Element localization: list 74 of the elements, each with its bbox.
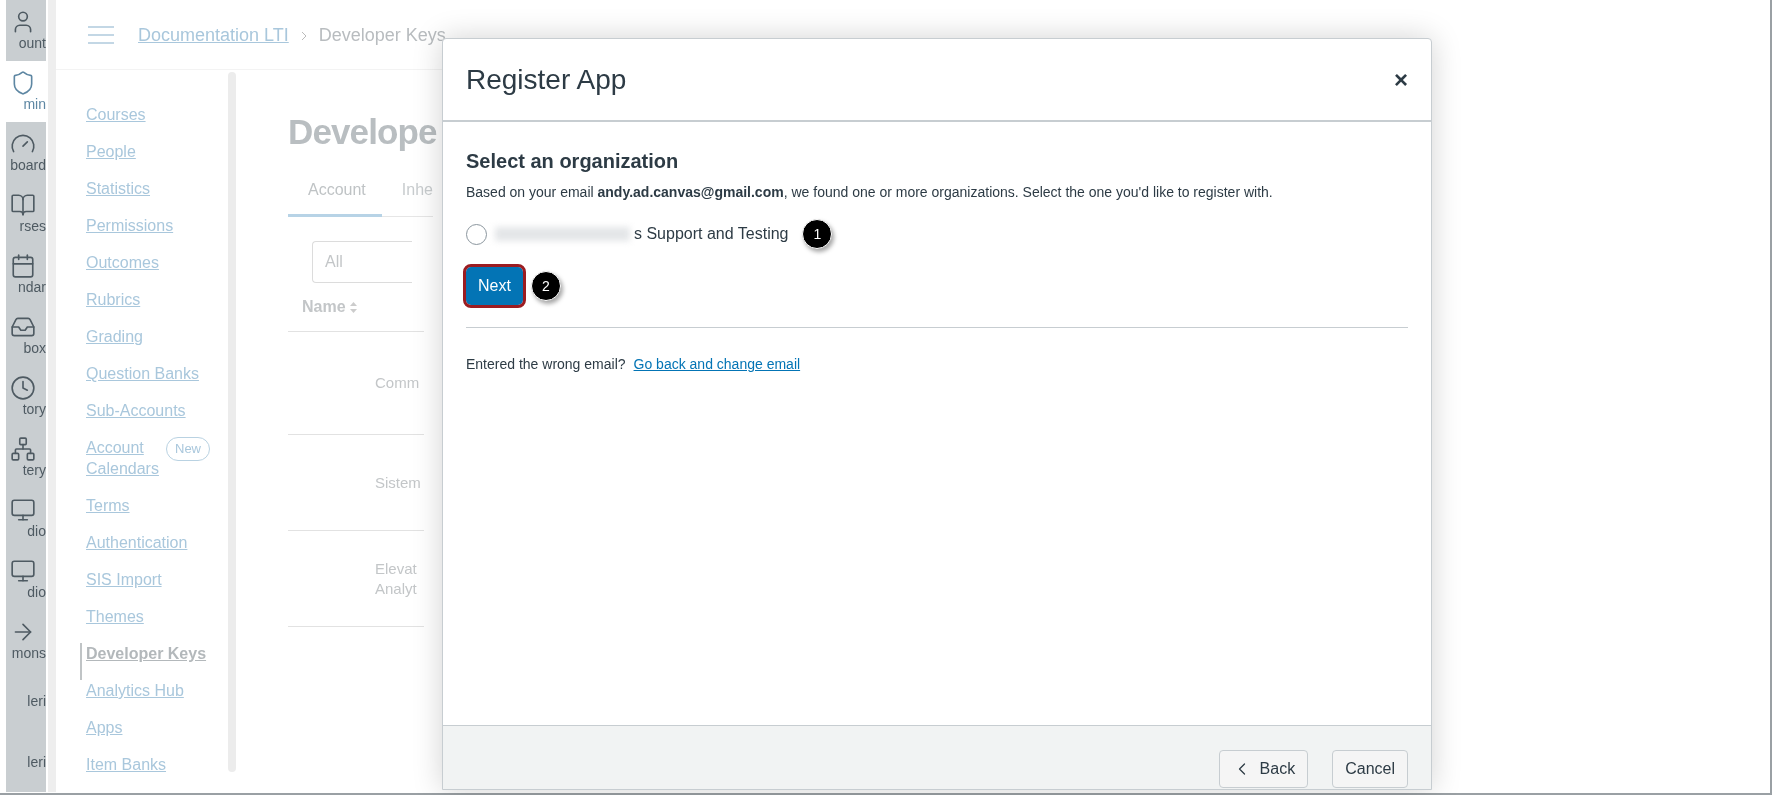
- page-heading: Develope: [288, 111, 438, 153]
- nav-item[interactable]: box: [6, 304, 46, 366]
- sidebar-link[interactable]: Terms: [86, 495, 130, 516]
- table-cell: Sistem: [375, 472, 421, 493]
- table-cell: Comm: [375, 373, 420, 393]
- nav-label: dio: [27, 522, 46, 539]
- nav-item[interactable]: rses: [6, 182, 46, 244]
- column-header[interactable]: Name: [302, 295, 346, 319]
- sidebar-link[interactable]: Apps: [86, 717, 123, 738]
- dialog-title: Register App: [466, 62, 627, 97]
- nav-item[interactable]: ndar: [6, 243, 46, 305]
- nav-item[interactable]: leri: [6, 731, 46, 792]
- clock-icon: [10, 375, 36, 401]
- description-text: Based on your email andy.ad.canvas@gmail.com, we found one or more organizations. Select the one you'd like to register with.: [466, 183, 1274, 202]
- sidebar-link[interactable]: Permissions: [86, 215, 174, 236]
- nav-label: rses: [19, 218, 46, 235]
- sidebar-link[interactable]: SIS Import: [86, 569, 162, 590]
- nav-item[interactable]: mons: [6, 609, 46, 671]
- close-button[interactable]: ×: [1394, 67, 1408, 92]
- sidebar-link[interactable]: Authentication: [86, 532, 188, 553]
- sidebar-link[interactable]: Sub-Accounts: [86, 400, 186, 421]
- cancel-button[interactable]: Cancel: [1332, 750, 1408, 788]
- sidebar-link[interactable]: Rubrics: [86, 289, 141, 310]
- nav-item[interactable]: tery: [6, 426, 46, 488]
- nav-label: leri: [27, 692, 46, 709]
- radio-button[interactable]: [466, 223, 487, 245]
- nav-item[interactable]: board: [6, 121, 46, 183]
- section-heading: Select an organization: [466, 149, 680, 174]
- sidebar-link[interactable]: Grading: [86, 326, 143, 347]
- callout-number: 2: [530, 271, 561, 301]
- nav-item[interactable]: min: [6, 60, 46, 122]
- callout-number: 1: [802, 219, 833, 249]
- sort-icon: [349, 301, 357, 313]
- sidebar-link[interactable]: Themes: [86, 606, 144, 627]
- breadcrumb-current: Developer Keys: [318, 24, 446, 47]
- sidebar-link[interactable]: Courses: [86, 104, 146, 125]
- nav-item[interactable]: tory: [6, 365, 46, 427]
- calendar-icon: [10, 253, 36, 280]
- sidebar-link[interactable]: Developer Keys: [86, 643, 207, 664]
- nav-label: mons: [11, 644, 46, 661]
- sidebar-link[interactable]: People: [86, 141, 136, 162]
- sidebar-link[interactable]: Outcomes: [86, 252, 159, 273]
- next-button[interactable]: Next: [466, 267, 523, 305]
- sidebar-link[interactable]: Analytics Hub: [86, 680, 184, 701]
- back-button[interactable]: Back: [1218, 750, 1309, 788]
- sidebar-link[interactable]: Account Calendars: [86, 437, 166, 479]
- sidebar-link[interactable]: Item Banks: [86, 754, 167, 775]
- tab[interactable]: Account: [288, 178, 382, 217]
- table-cell: Elevat Analyt: [375, 558, 417, 599]
- nav-item[interactable]: dio: [6, 487, 46, 549]
- nav-item[interactable]: dio: [6, 548, 46, 610]
- nav-label: ndar: [17, 279, 46, 296]
- nav-item[interactable]: ount: [6, 0, 46, 61]
- nav-label: leri: [27, 753, 46, 770]
- nav-label: board: [10, 157, 46, 174]
- nav-label: dio: [27, 583, 46, 600]
- nodes-icon: [10, 435, 36, 462]
- nav-label: ount: [18, 35, 46, 52]
- nav-label: box: [23, 340, 46, 357]
- monitor-icon: [10, 496, 36, 523]
- nav-label: tory: [22, 401, 46, 417]
- nav-label: tery: [22, 461, 46, 478]
- sidebar-link[interactable]: Question Banks: [86, 363, 199, 384]
- sidebar-link[interactable]: Statistics: [86, 178, 150, 199]
- menu-icon[interactable]: [88, 25, 114, 44]
- nav-item[interactable]: leri: [6, 670, 46, 732]
- nav-label: min: [23, 96, 46, 113]
- chevron-icon: [300, 30, 307, 41]
- footnote-text: Entered the wrong email?: [466, 355, 626, 374]
- change-email-link[interactable]: Go back and change email: [633, 354, 801, 375]
- monitor-icon: [10, 557, 36, 584]
- option-label: s Support and Testing: [634, 224, 789, 244]
- breadcrumb-link[interactable]: Documentation LTI: [138, 22, 289, 49]
- filter-select[interactable]: All: [312, 241, 412, 283]
